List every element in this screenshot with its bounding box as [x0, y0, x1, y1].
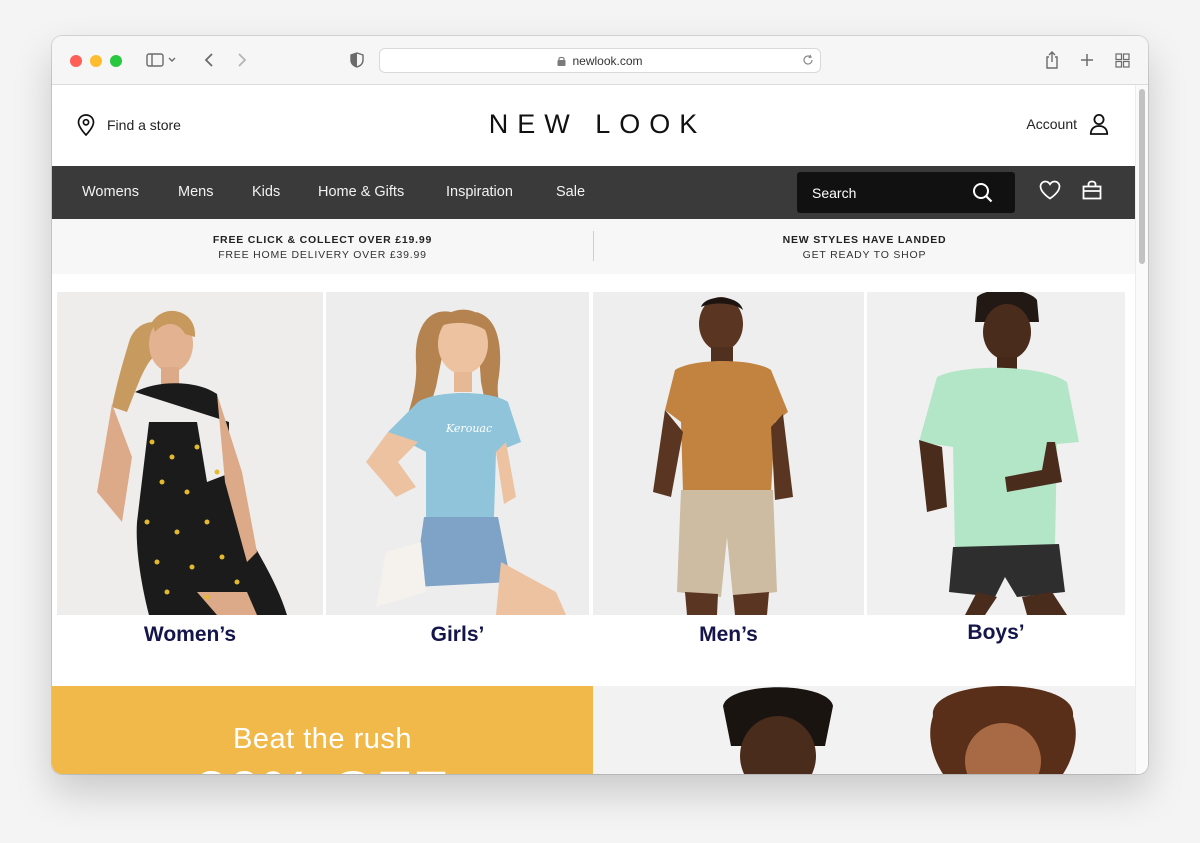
sidebar-toggle-icon[interactable] [143, 50, 179, 70]
kids-photo [593, 686, 1135, 774]
promo-delivery-sub: FREE HOME DELIVERY OVER £39.99 [218, 249, 427, 261]
close-window-button[interactable] [70, 55, 82, 67]
account-label: Account [1026, 116, 1077, 132]
promo-new-styles[interactable]: NEW STYLES HAVE LANDED GET READY TO SHOP [594, 234, 1135, 261]
promo-delivery-title: FREE CLICK & COLLECT OVER £19.99 [212, 234, 433, 246]
category-tile-mens[interactable] [593, 292, 864, 615]
privacy-shield-icon[interactable] [349, 50, 365, 70]
browser-toolbar: newlook.com [52, 36, 1148, 85]
page-scrollbar[interactable] [1135, 85, 1148, 774]
search-icon[interactable] [972, 182, 993, 203]
reload-icon[interactable] [802, 54, 814, 69]
account-link[interactable]: Account [1026, 113, 1109, 135]
nav-item-home-gifts[interactable]: Home & Gifts [318, 184, 404, 200]
minimize-window-button[interactable] [90, 55, 102, 67]
main-nav: Womens Mens Kids Home & Gifts Inspiratio… [52, 166, 1135, 219]
nav-item-womens[interactable]: Womens [82, 184, 139, 200]
share-icon[interactable] [1044, 50, 1060, 70]
girls-photo: Kerouac [326, 292, 589, 615]
site-logo[interactable]: NEW LOOK [52, 109, 1135, 140]
new-tab-icon[interactable] [1079, 50, 1095, 70]
nav-item-kids[interactable]: Kids [252, 184, 280, 200]
site-header: Find a store NEW LOOK Account [52, 85, 1135, 166]
search-input[interactable]: Search [797, 172, 1015, 213]
url-text: newlook.com [572, 53, 643, 68]
nav-item-inspiration[interactable]: Inspiration [446, 184, 513, 200]
category-label-womens[interactable]: Women’s [57, 623, 323, 647]
lock-icon [557, 56, 566, 66]
svg-text:Kerouac: Kerouac [445, 422, 492, 435]
promo-strip: FREE CLICK & COLLECT OVER £19.99 FREE HO… [52, 219, 1135, 274]
scroll-thumb[interactable] [1139, 89, 1145, 264]
sale-banner[interactable]: Beat the rush 20% OFF [52, 686, 593, 774]
shopping-bag-icon[interactable] [1082, 180, 1102, 200]
browser-window: newlook.com Find a store NEW LOOK Accoun… [52, 36, 1148, 774]
men-photo [593, 292, 864, 615]
nav-item-mens[interactable]: Mens [178, 184, 213, 200]
address-bar[interactable]: newlook.com [379, 48, 821, 73]
wishlist-heart-icon[interactable] [1039, 180, 1061, 200]
category-label-girls[interactable]: Girls’ [326, 623, 589, 647]
user-icon [1089, 114, 1109, 135]
promo-new-styles-title: NEW STYLES HAVE LANDED [782, 234, 947, 246]
boys-photo [867, 292, 1125, 615]
women-photo [57, 292, 323, 615]
banner-title: Beat the rush [233, 723, 412, 755]
category-tile-womens[interactable] [57, 292, 323, 615]
back-icon[interactable] [202, 50, 216, 70]
category-tile-girls[interactable]: Kerouac [326, 292, 589, 615]
nav-item-sale[interactable]: Sale [556, 184, 585, 200]
web-page: Find a store NEW LOOK Account Womens Men… [52, 85, 1135, 774]
forward-icon[interactable] [235, 50, 249, 70]
promo-delivery[interactable]: FREE CLICK & COLLECT OVER £19.99 FREE HO… [52, 234, 593, 261]
category-tile-boys[interactable] [867, 292, 1125, 615]
promo-new-styles-sub: GET READY TO SHOP [802, 249, 927, 261]
search-placeholder: Search [812, 185, 857, 201]
category-label-boys[interactable]: Boys’ [867, 621, 1125, 645]
category-label-mens[interactable]: Men’s [593, 623, 864, 647]
zoom-window-button[interactable] [110, 55, 122, 67]
tab-overview-icon[interactable] [1114, 50, 1130, 70]
banner-discount: 20% OFF [52, 758, 593, 774]
kids-banner-image[interactable] [593, 686, 1135, 774]
